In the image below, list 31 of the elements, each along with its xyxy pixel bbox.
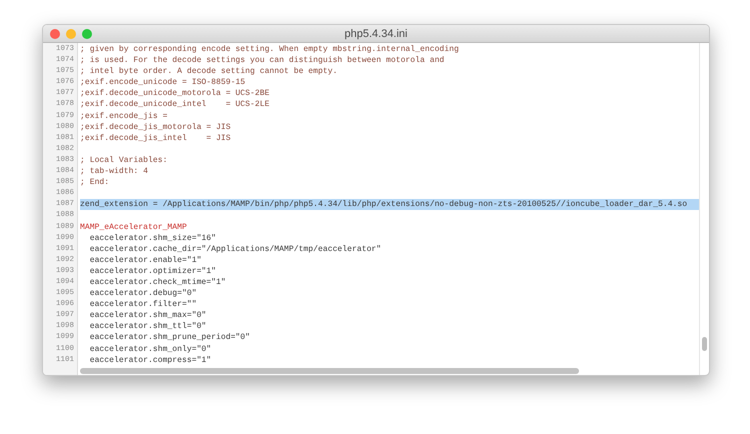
code-line: ; Local Variables: xyxy=(80,154,168,166)
code-line: eaccelerator.shm_prune_period="0" xyxy=(88,332,250,344)
code-line: eaccelerator.enable="1" xyxy=(88,254,202,266)
code-line: eaccelerator.optimizer="1" xyxy=(88,266,216,277)
code-line: ;exif.decode_jis_intel = JIS xyxy=(80,132,231,144)
close-button[interactable] xyxy=(50,29,60,39)
code-line: ; intel byte order. A decode setting cannot be empty. xyxy=(80,66,338,78)
code-line: ; given by corresponding encode setting. When empty mbstring.internal_encoding xyxy=(80,44,459,56)
code-line: eaccelerator.check_mtime="1" xyxy=(88,276,226,288)
code-line: ;exif.decode_jis_motorola = JIS xyxy=(80,122,231,133)
code-line: ;exif.decode_unicode_intel = UCS-2LE xyxy=(80,99,270,111)
code-line: ;exif.encode_jis = xyxy=(80,110,168,122)
code-line: MAMP_eAccelerator_MAMP xyxy=(80,222,187,233)
code-line: eaccelerator.shm_max="0" xyxy=(88,310,206,322)
code-line: ; tab-width: 4 xyxy=(80,166,148,178)
code-line: eaccelerator.shm_ttl="0" xyxy=(88,321,206,332)
code-line: ;exif.encode_unicode = ISO-8859-15 xyxy=(80,77,246,88)
code-line: ;exif.decode_unicode_motorola = UCS-2BE xyxy=(80,88,270,100)
code-line: eaccelerator.shm_size="16" xyxy=(88,232,216,244)
zoom-button[interactable] xyxy=(82,29,92,39)
code-line: ; End: xyxy=(80,177,110,188)
code-line: eaccelerator.shm_only="0" xyxy=(88,344,212,355)
code-line: eaccelerator.debug="0" xyxy=(88,288,197,300)
code-line: eaccelerator.filter="" xyxy=(88,299,197,310)
code-line: ; is used. For the decode settings you can distinguish between motorola and xyxy=(80,55,444,66)
code-line: eaccelerator.compress="1" xyxy=(88,354,212,366)
horizontal-scrollbar[interactable] xyxy=(80,368,579,374)
vertical-scrollbar[interactable] xyxy=(702,337,707,351)
minimize-button[interactable] xyxy=(66,29,76,39)
window-title: php5.4.34.ini xyxy=(344,28,408,40)
code-line: eaccelerator.cache_dir="/Applications/MAMP/tmp/eaccelerator" xyxy=(88,244,382,255)
